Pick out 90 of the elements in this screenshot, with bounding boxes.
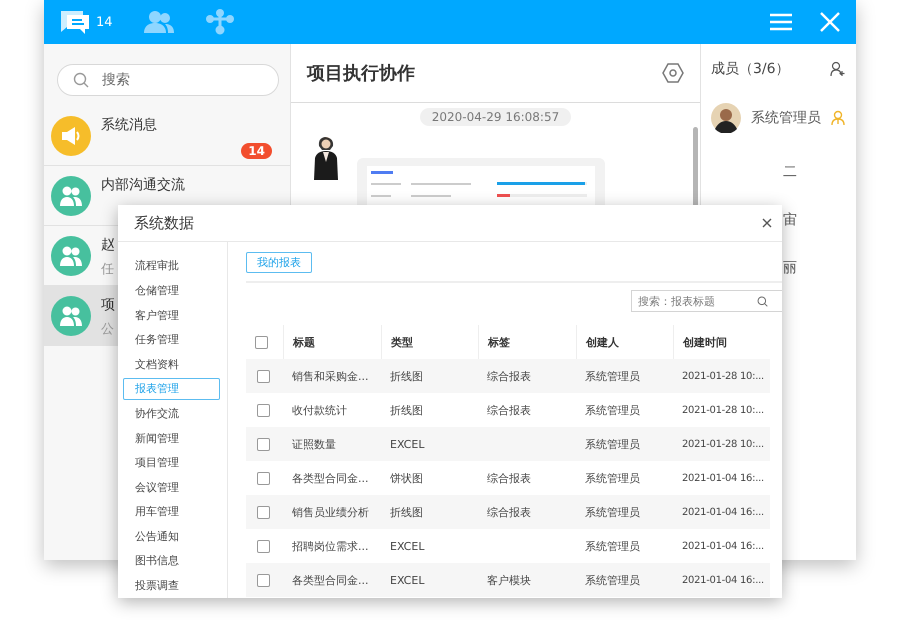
- checkbox[interactable]: [257, 438, 270, 450]
- table-cell-text: 销售和采购金...: [291, 368, 370, 384]
- table-cell-text: 综合报表: [486, 368, 532, 384]
- sidebar-item[interactable]: 任务管理: [123, 328, 220, 351]
- member-name: 二: [783, 163, 797, 181]
- table-cell-text: 综合报表: [486, 470, 532, 486]
- group-icon: [59, 185, 83, 207]
- sender-figure: [311, 136, 341, 180]
- admin-icon: [831, 110, 845, 126]
- table-cell-text: 证照数量: [291, 436, 337, 452]
- table-cell-text: 系统管理员: [584, 504, 641, 520]
- sidebar-item[interactable]: 流程审批: [123, 255, 220, 277]
- people-icon: [142, 10, 175, 34]
- table-cell-text: 折线图: [389, 504, 424, 520]
- table-cell-text: 折线图: [389, 402, 424, 418]
- sidebar-item[interactable]: 协作交流: [123, 402, 220, 424]
- message-timestamp: 2020-04-29 16:08:57: [420, 108, 572, 126]
- table-cell-text: 2021-01-04 16:...: [681, 574, 765, 588]
- checkbox[interactable]: [257, 574, 270, 586]
- member-name: 系统管理员: [751, 109, 821, 127]
- table-cell-text: 销售员业绩分析: [291, 504, 370, 520]
- table-cell-text: 系统管理员: [584, 538, 641, 554]
- table-cell-text: 2021-01-28 10:...: [681, 404, 765, 418]
- members-title: 成员（3/6）: [711, 60, 790, 78]
- table-cell-text: EXCEL: [389, 572, 426, 588]
- table-cell-text: 收付款统计: [291, 402, 348, 418]
- group-icon: [59, 245, 83, 267]
- sidebar-item[interactable]: 图书信息: [123, 550, 220, 572]
- table-cell-text: 各类型合同金...: [291, 470, 370, 486]
- sidebar-item[interactable]: 客户管理: [123, 304, 220, 326]
- table-cell-text: 系统管理员: [584, 470, 641, 486]
- search-field[interactable]: 搜索：报表标题: [631, 290, 782, 312]
- checkbox[interactable]: [255, 336, 268, 348]
- sidebar-item[interactable]: 新闻管理: [123, 427, 220, 450]
- table-cell-text: EXCEL: [389, 538, 426, 554]
- table-cell-text: 各类型合同金...: [291, 572, 370, 588]
- search-field[interactable]: 搜索: [57, 64, 279, 96]
- sidebar-item[interactable]: 文档资料: [123, 353, 220, 376]
- table-cell-text: 系统管理员: [584, 572, 641, 588]
- table-cell-text: EXCEL: [389, 436, 426, 452]
- search-icon: [757, 296, 768, 307]
- speaker-icon: [60, 126, 82, 146]
- member-name: 丽: [783, 259, 797, 277]
- checkbox[interactable]: [257, 404, 270, 416]
- sidebar-item[interactable]: 项目管理: [123, 452, 220, 474]
- table-cell-text: 2021-01-04 16:...: [681, 540, 765, 554]
- table-cell-text: 2021-01-04 16:...: [681, 506, 765, 520]
- chat-icon: [58, 9, 92, 35]
- table-cell-text: 饼状图: [389, 470, 424, 486]
- close-button[interactable]: [762, 218, 772, 228]
- unread-count: 14: [96, 14, 113, 30]
- checkbox[interactable]: [257, 472, 270, 484]
- table-cell-text: 2021-01-28 10:...: [681, 370, 765, 384]
- nav-tab[interactable]: [142, 10, 175, 34]
- group-icon: [59, 305, 83, 327]
- checkbox[interactable]: [257, 540, 270, 552]
- table-cell-text: 客户模块: [486, 572, 532, 588]
- sidebar-item[interactable]: 仓储管理: [123, 280, 220, 302]
- conversation-name: 项: [101, 296, 115, 314]
- sidebar-item[interactable]: 用车管理: [123, 500, 220, 523]
- table-cell-text: 招聘岗位需求...: [291, 538, 370, 554]
- table-cell-text: 2021-01-04 16:...: [681, 472, 765, 486]
- table-cell-text: 综合报表: [486, 402, 532, 418]
- member-avatar: [711, 103, 741, 133]
- close-icon[interactable]: [820, 12, 840, 32]
- sidebar-item[interactable]: 公告通知: [123, 525, 220, 548]
- network-icon: [204, 9, 235, 35]
- checkbox[interactable]: [257, 370, 270, 382]
- conversation-preview: 任: [101, 261, 115, 278]
- member-name: 宙: [783, 211, 797, 229]
- unread-badge: 14: [241, 143, 272, 159]
- settings-icon[interactable]: [662, 63, 684, 83]
- table-cell-text: 综合报表: [486, 504, 532, 520]
- chat-title: 项目执行协作: [307, 62, 415, 85]
- nav-tab[interactable]: [204, 9, 235, 35]
- table-cell-text: 折线图: [389, 368, 424, 384]
- sidebar-item[interactable]: 投票调查: [123, 574, 220, 596]
- conversation-name: 赵: [101, 236, 115, 254]
- menu-icon[interactable]: [770, 13, 792, 31]
- conversation-name: 系统消息: [101, 116, 157, 134]
- conversation-name: 内部沟通交流: [101, 176, 185, 194]
- sidebar-item[interactable]: 会议管理: [123, 476, 220, 498]
- checkbox[interactable]: [257, 506, 270, 518]
- table-cell-text: 系统管理员: [584, 402, 641, 418]
- table-cell-text: 系统管理员: [584, 368, 641, 384]
- conversation-preview: 公: [101, 321, 115, 338]
- table-cell-text: 系统管理员: [584, 436, 641, 452]
- add-user-icon[interactable]: [830, 61, 846, 77]
- table-cell-text: 2021-01-28 10:...: [681, 438, 765, 452]
- search-icon: [73, 72, 89, 88]
